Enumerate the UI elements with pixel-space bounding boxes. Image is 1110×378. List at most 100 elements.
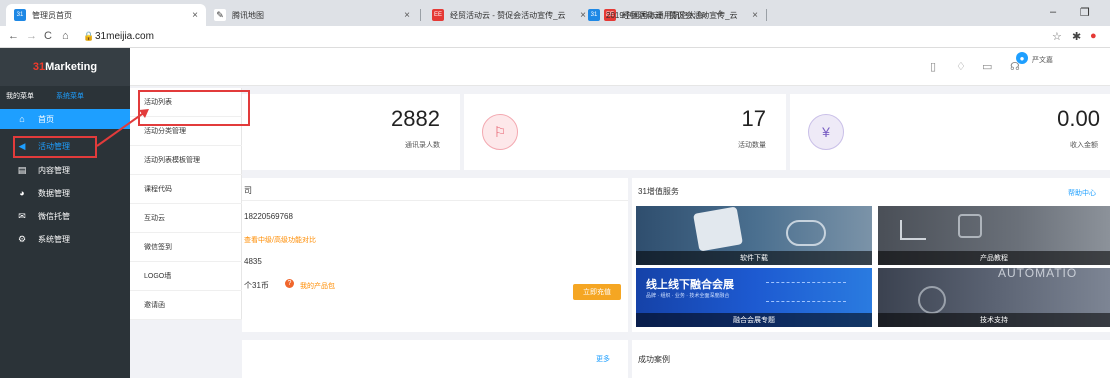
tab-title: 经贸活动云 - 赞促会活动宣传_云 (450, 10, 566, 20)
bell-icon[interactable]: ♢ (956, 60, 966, 73)
submenu-item-course-code[interactable]: 课程代码 (130, 175, 242, 204)
tab-close-icon[interactable]: × (404, 10, 410, 21)
profile-icon[interactable]: ● (1090, 30, 1097, 42)
stat-label: 收入金额 (1070, 142, 1098, 149)
avatar[interactable]: ● (1016, 52, 1028, 64)
stat-card-activities: ⚐ 17 活动数量 (464, 94, 786, 170)
annotation-highlight-box (13, 136, 97, 158)
site-favicon-icon: 31 (14, 9, 26, 21)
tab-my-menu[interactable]: 我的菜单 (6, 91, 34, 101)
arrow-line (96, 111, 146, 147)
stat-card-contacts: 2882 通讯录人数 (242, 94, 460, 170)
tab-system-menu[interactable]: 系统菜单 (56, 91, 84, 101)
app-sidebar: 31Marketing 我的菜单 系统菜单 ⌂ 首页 ◀ 活动管理 ▤ 内容管理… (0, 48, 130, 378)
stat-value: 17 (741, 106, 766, 131)
annotation-arrow (96, 109, 149, 147)
success-cases-panel: 成功案例 (632, 340, 1110, 378)
url-field[interactable]: 31meijia.com (95, 31, 154, 42)
divider (242, 200, 628, 201)
submenu-item-invitation[interactable]: 邀请函 (130, 291, 242, 320)
stat-label: 活动数量 (738, 142, 766, 149)
panel-title: 成功案例 (638, 355, 670, 364)
bookmark-star-icon[interactable]: ☆ (1052, 30, 1062, 43)
reload-icon[interactable]: C (44, 30, 52, 42)
stat-value: 0.00 (1057, 106, 1100, 131)
gear-icon (958, 214, 982, 238)
user-name[interactable]: 严文嘉 (1032, 55, 1053, 65)
tile-overlay-text: AUTOMATIO (998, 268, 1078, 280)
browser-tab-aviation-conf[interactable]: 31 2019中国国际通用航空大会 × (580, 4, 716, 26)
panel-title: 31增值服务 (638, 187, 679, 196)
wechat-icon: ✉ (18, 210, 26, 221)
extensions-puzzle-icon[interactable]: ✱ (1072, 30, 1081, 43)
help-center-link[interactable]: 帮助中心 (1068, 188, 1096, 198)
document-icon[interactable]: ▯ (930, 60, 936, 73)
feature-compare-link[interactable]: 查看中级/高级功能对比 (244, 235, 316, 245)
submenu-item-wechat-checkin[interactable]: 微信签到 (130, 233, 242, 262)
browser-tab-tencent-map[interactable]: ✎ 腾讯地图 × (206, 4, 418, 26)
forward-arrow-icon[interactable]: → (26, 30, 37, 42)
stat-card-income: ¥ 0.00 收入金额 (790, 94, 1110, 170)
submenu-item-logo-wall[interactable]: LOGO墙 (130, 262, 242, 291)
phone-number: 18220569768 (244, 212, 293, 221)
browser-tab-hidden (770, 4, 786, 26)
sidebar-item-wechat-hosting[interactable]: ✉ 微信托管 (0, 206, 130, 226)
tab-separator (420, 9, 421, 21)
tile-caption: 软件下载 (636, 251, 872, 265)
sidebar-item-label: 数据管理 (38, 188, 70, 198)
tab-separator (766, 9, 767, 21)
bar-chart-icon (900, 220, 926, 240)
product-tutorial-tile[interactable]: 产品教程 (878, 206, 1110, 265)
browser-tab-admin-home[interactable]: 31 管理员首页 × (6, 4, 206, 26)
recharge-button[interactable]: 立即充值 (573, 284, 621, 300)
software-download-tile[interactable]: 软件下载 (636, 206, 872, 265)
browser-tab-trade-cloud-1[interactable]: EE 经贸活动云 - 赞促会活动宣传_云 × (424, 4, 594, 26)
tab-close-icon[interactable]: × (752, 10, 758, 21)
chat-icon[interactable]: ▭ (982, 60, 992, 73)
site-favicon-icon: EE (432, 9, 444, 21)
lock-icon: 🔒 (83, 31, 95, 41)
cloud-icon (786, 220, 826, 246)
sidebar-item-label: 微信托管 (38, 211, 70, 221)
sidebar-item-label: 系统管理 (38, 234, 70, 244)
flag-icon: ⚐ (482, 114, 518, 150)
address-bar: ← → C ⌂ 🔒 31meijia.com ☆ ✱ ● (0, 26, 1110, 48)
tab-close-icon[interactable]: × (192, 10, 198, 21)
home-icon[interactable]: ⌂ (62, 30, 69, 42)
pie-chart-icon: ◕ (19, 188, 25, 198)
gear-icon: ⚙ (17, 233, 27, 244)
home-icon: ⌂ (19, 114, 25, 124)
product-package-link[interactable]: 我的产品包 (300, 281, 335, 291)
help-icon[interactable]: ? (285, 279, 294, 288)
more-link[interactable]: 更多 (596, 354, 610, 364)
yen-icon: ¥ (808, 114, 844, 150)
stat-value: 2882 (391, 106, 440, 131)
sidebar-item-content-management[interactable]: ▤ 内容管理 (0, 160, 130, 180)
exhibition-fusion-tile[interactable]: 线上线下融合会展 品牌 · 组织 · 业务 · 技术全面深度融合 融合会展专题 (636, 268, 872, 327)
tile-caption: 技术支持 (878, 313, 1110, 327)
minimize-icon[interactable]: – (1050, 6, 1056, 18)
company-panel: 司 18220569768 查看中级/高级功能对比 4835 个31币 ? 我的… (242, 178, 628, 332)
submenu-item-template-management[interactable]: 活动列表模板管理 (130, 146, 242, 175)
gear-icon (918, 286, 946, 314)
sidebar-item-label: 首页 (38, 114, 54, 124)
new-tab-button[interactable]: + (716, 5, 724, 21)
tech-support-tile[interactable]: AUTOMATIO 技术支持 (878, 268, 1110, 327)
tile-caption: 融合会展专题 (636, 313, 872, 327)
coins-text: 个31币 (244, 281, 269, 290)
back-arrow-icon[interactable]: ← (8, 30, 19, 42)
phone-image (693, 206, 743, 252)
bottom-left-panel: 更多 (242, 340, 628, 378)
document-icon: ▤ (17, 164, 27, 175)
tab-close-icon[interactable]: × (702, 10, 708, 21)
restore-icon[interactable]: ❐ (1080, 6, 1090, 19)
tile-caption: 产品教程 (878, 251, 1110, 265)
tab-title: 管理员首页 (32, 10, 72, 20)
sidebar-item-data-management[interactable]: ◕ 数据管理 (0, 183, 130, 203)
app-logo[interactable]: 31Marketing (33, 61, 97, 73)
submenu-item-interactive-cloud[interactable]: 互动云 (130, 204, 242, 233)
stat-label: 通讯录人数 (405, 142, 440, 149)
sidebar-item-system-management[interactable]: ⚙ 系统管理 (0, 229, 130, 249)
tab-title: 腾讯地图 (232, 10, 264, 20)
tab-title: 2019中国国际通用航空大会 (606, 10, 704, 20)
